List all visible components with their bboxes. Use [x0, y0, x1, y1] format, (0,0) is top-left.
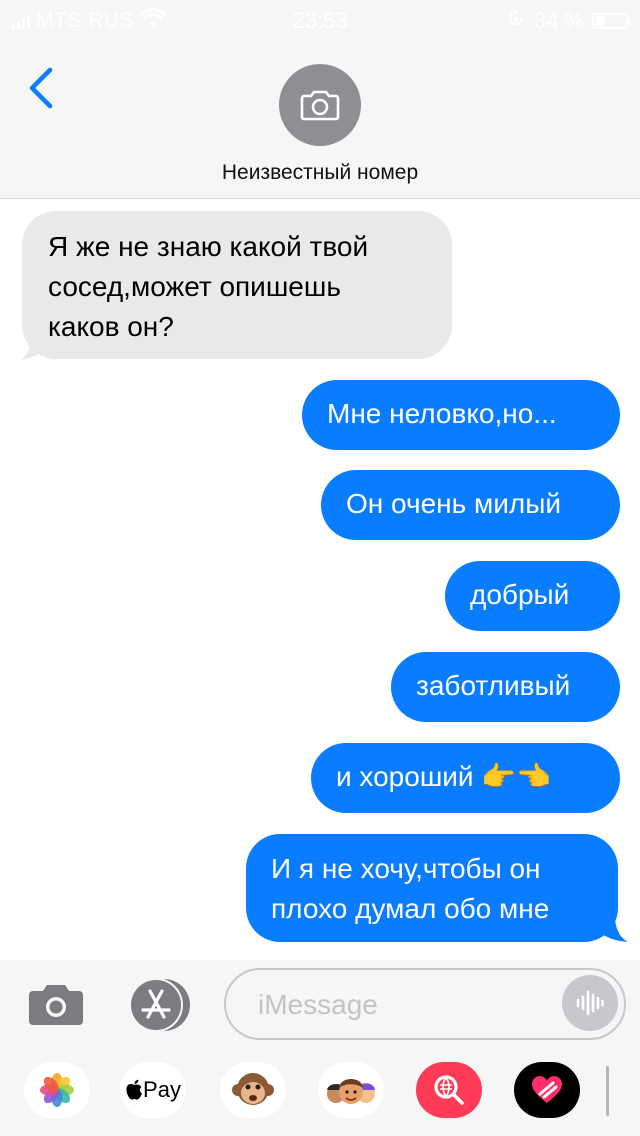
message-bubble-outgoing[interactable]: и хороший 👉👈 [311, 743, 620, 813]
contact-name[interactable]: Неизвестный номер [0, 161, 640, 185]
message-bubble-outgoing[interactable]: И я не хочу,чтобы он плохо думал обо мне [246, 834, 618, 942]
camera-icon [29, 985, 83, 1025]
message-line: И я не хочу,чтобы он [271, 853, 541, 884]
message-input[interactable] [256, 970, 560, 1040]
status-right: 34 % [506, 8, 631, 34]
apple-pay-icon: Pay [125, 1077, 181, 1103]
message-line: Я же не знаю какой твой [48, 231, 369, 262]
message-line: и хороший 👉👈 [336, 761, 552, 792]
message-bubble-outgoing[interactable]: Мне неловко,но... [302, 380, 620, 450]
contact-avatar[interactable] [279, 64, 361, 146]
photos-app-icon [40, 1073, 74, 1107]
rotation-lock-icon [506, 8, 526, 34]
photos-app-button[interactable] [24, 1062, 90, 1118]
status-bar: MTS RUS 23:53 34 % [0, 0, 640, 40]
app-store-button[interactable] [126, 977, 192, 1033]
message-line: каков он? [48, 311, 174, 342]
message-line: добрый [470, 579, 570, 610]
message-field[interactable] [224, 968, 626, 1040]
apple-pay-button[interactable]: Pay [120, 1062, 186, 1118]
animoji-monkey-icon [232, 1073, 274, 1105]
battery-icon [592, 13, 631, 29]
apple-pay-label: Pay [143, 1077, 181, 1102]
camera-icon [300, 90, 340, 121]
messages-screen: MTS RUS 23:53 34 % Неизвестный номер Я ж… [0, 0, 640, 1136]
message-bubble-outgoing[interactable]: заботливый [391, 652, 620, 722]
audio-record-button[interactable] [562, 975, 618, 1031]
digital-touch-button[interactable] [514, 1062, 580, 1118]
battery-percent: 34 % [533, 8, 584, 33]
camera-button[interactable] [28, 982, 84, 1026]
message-line: Он очень милый [346, 488, 561, 519]
audio-waveform-icon [576, 990, 604, 1016]
message-bubble-outgoing[interactable]: Он очень милый [321, 470, 620, 540]
conversation-header: MTS RUS 23:53 34 % Неизвестный номер [0, 0, 640, 199]
memoji-icon [327, 1079, 375, 1104]
message-line: сосед,может опишешь [48, 271, 341, 302]
battery-level [595, 16, 605, 26]
web-search-button[interactable] [416, 1062, 482, 1118]
chevron-left-icon [29, 67, 53, 109]
message-line: Мне неловко,но... [327, 398, 557, 429]
message-bubble-outgoing[interactable]: добрый [445, 561, 620, 631]
apple-logo-icon [126, 1079, 143, 1100]
digital-touch-icon [532, 1076, 562, 1103]
animoji-button[interactable] [220, 1062, 286, 1118]
memoji-button[interactable] [318, 1062, 384, 1118]
drawer-divider [606, 1066, 609, 1116]
message-line: плохо думал обо мне [271, 893, 550, 924]
message-line: заботливый [416, 670, 571, 701]
message-bubble-incoming[interactable]: Я же не знаю какой твой сосед,может опиш… [22, 211, 452, 359]
web-search-icon [434, 1075, 464, 1105]
app-store-icon [129, 978, 190, 1032]
back-button[interactable] [22, 64, 62, 112]
